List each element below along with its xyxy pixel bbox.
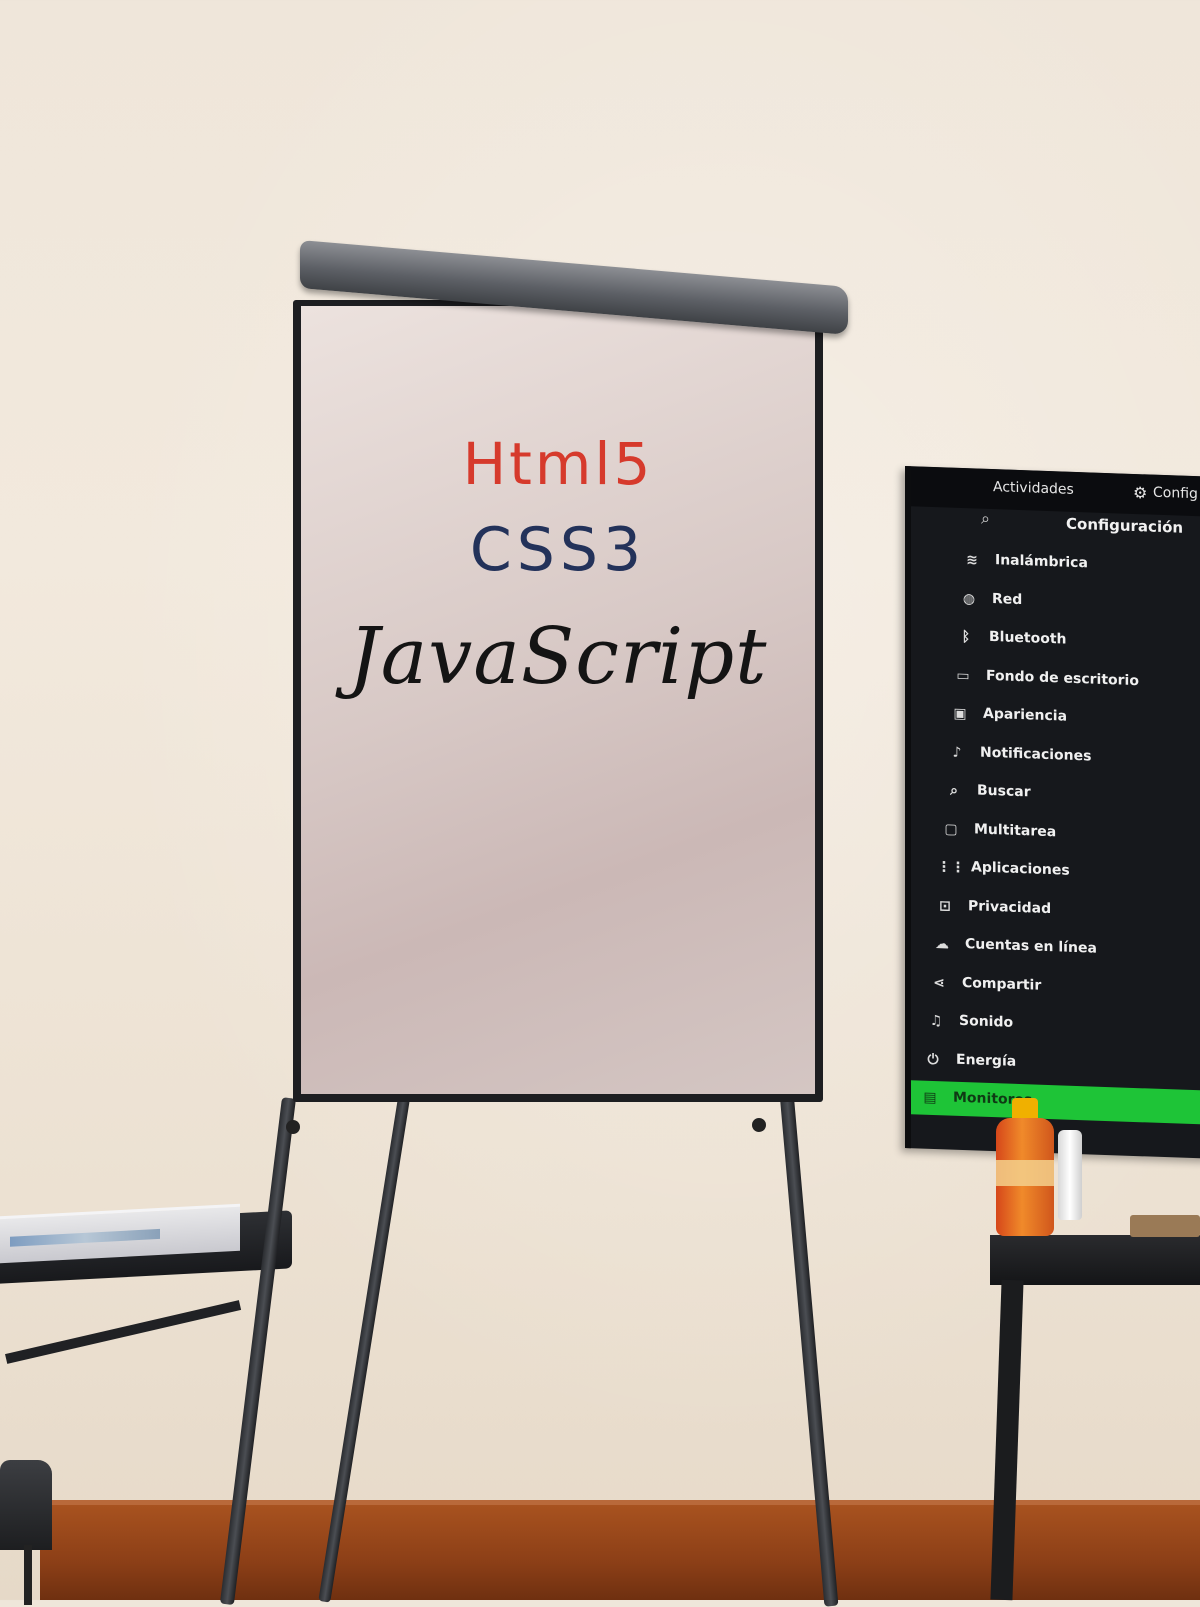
gear-icon: ⚙	[1133, 482, 1148, 503]
settings-app-menu[interactable]: Config	[1153, 485, 1198, 503]
sidebar-item-label: Fondo de escritorio	[986, 667, 1139, 689]
easel-knob-left	[286, 1120, 300, 1134]
sidebar-item-label: Cuentas en línea	[965, 936, 1097, 957]
cloud-icon: ☁	[935, 936, 949, 953]
easel-leg-left	[219, 1097, 296, 1606]
bottle-label	[996, 1160, 1054, 1186]
wifi-icon: ≋	[966, 552, 978, 569]
sidebar-item-energía[interactable]: ⏻ Energía	[911, 1042, 1200, 1086]
activities-button[interactable]: Actividades	[993, 479, 1074, 498]
sidebar-item-privacidad[interactable]: ⊡ Privacidad	[911, 888, 1200, 932]
small-bottle	[1058, 1130, 1082, 1220]
multitask-icon: ▢	[944, 820, 958, 838]
sidebar-item-label: Apariencia	[983, 705, 1068, 725]
sidebar-item-monitores[interactable]: ▤ Monitores	[911, 1080, 1200, 1125]
lock-icon: ⊡	[939, 897, 951, 915]
sidebar-item-notificaciones[interactable]: ♪ Notificaciones	[911, 734, 1200, 778]
easel-knob-right	[752, 1118, 766, 1132]
sidebar-item-label: Privacidad	[968, 897, 1052, 917]
monitor-screen: Actividades ⚙ Config ⌕ Configuración ≋ In…	[905, 466, 1200, 1159]
sidebar-item-label: Buscar	[977, 782, 1031, 801]
sidebar-item-label: Bluetooth	[989, 628, 1067, 648]
search-icon: ⌕	[950, 782, 958, 799]
sidebar-item-label: Aplicaciones	[971, 859, 1070, 879]
handwritten-javascript: JavaScript	[348, 612, 768, 702]
side-table	[990, 1235, 1200, 1285]
globe-icon: ◍	[962, 590, 976, 607]
sidebar-item-red[interactable]: ◍ Red	[911, 580, 1200, 624]
sidebar-item-cuentas-en-línea[interactable]: ☁ Cuentas en línea	[911, 926, 1200, 970]
power-icon: ⏻	[927, 1051, 939, 1068]
music-icon: ♫	[929, 1012, 943, 1030]
search-icon[interactable]: ⌕	[981, 509, 1001, 530]
sidebar-item-label: Red	[992, 590, 1023, 608]
sidebar-item-aplicaciones[interactable]: ⋮⋮ Aplicaciones	[911, 849, 1200, 893]
sidebar-item-apariencia[interactable]: ▣ Apariencia	[911, 695, 1200, 739]
sidebar-item-multitarea[interactable]: ▢ Multitarea	[911, 811, 1200, 855]
handwritten-css3: CSS3	[469, 515, 647, 585]
sidebar-item-label: Sonido	[959, 1012, 1014, 1031]
sidebar-item-fondo-de-escritorio[interactable]: ▭ Fondo de escritorio	[911, 657, 1200, 701]
sidebar-item-label: Notificaciones	[980, 744, 1092, 765]
small-box	[1130, 1215, 1200, 1237]
easel-leg-middle	[318, 1097, 410, 1603]
share-icon: ⋖	[933, 974, 945, 991]
sidebar-item-buscar[interactable]: ⌕ Buscar	[911, 772, 1200, 816]
settings-title: Configuración	[1066, 514, 1184, 537]
bluetooth-icon: ᛒ	[961, 628, 971, 646]
easel-leg-right	[780, 1097, 839, 1607]
sidebar-item-sonido[interactable]: ♫ Sonido	[911, 1003, 1200, 1047]
appearance-icon: ▣	[953, 705, 967, 723]
settings-sidebar: ≋ Inalámbrica ◍ Red ᛒ Bluetooth ▭ Fondo de escr…	[911, 541, 1200, 1125]
apps-grid-icon: ⋮⋮	[937, 859, 965, 877]
sidebar-item-label: Multitarea	[974, 820, 1057, 840]
wallpaper-icon: ▭	[956, 667, 970, 684]
handwritten-html5: Html5	[462, 430, 654, 498]
sidebar-item-label: Compartir	[962, 974, 1042, 994]
bell-icon: ♪	[952, 744, 962, 761]
sidebar-item-bluetooth[interactable]: ᛒ Bluetooth	[911, 618, 1200, 662]
sidebar-item-compartir[interactable]: ⋖ Compartir	[911, 965, 1200, 1009]
sidebar-item-label: Energía	[956, 1051, 1017, 1070]
display-icon: ▤	[923, 1089, 937, 1107]
sidebar-item-label: Inalámbrica	[995, 552, 1088, 572]
sidebar-item-inalámbrica[interactable]: ≋ Inalámbrica	[911, 541, 1200, 585]
